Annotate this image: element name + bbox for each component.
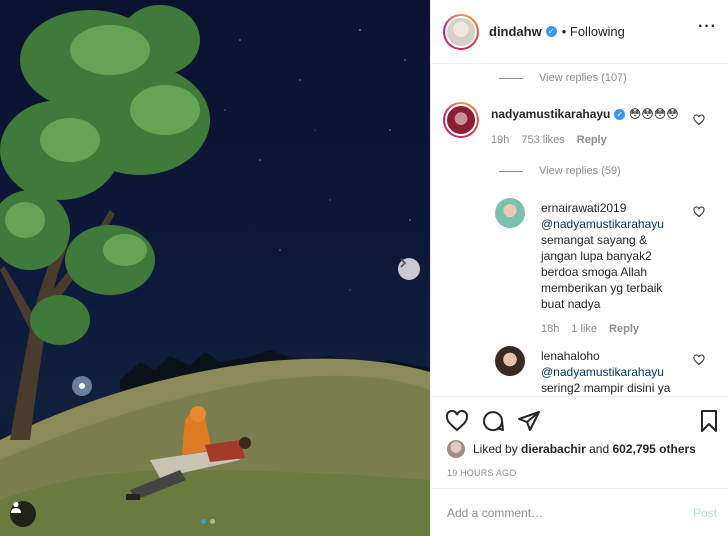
like-heart-icon[interactable] [445,409,469,433]
liked-by-and: and [589,442,610,456]
reply-button[interactable]: Reply [577,134,607,146]
save-bookmark-icon[interactable] [697,409,721,433]
reply-mention[interactable]: @nadyamustikarahayu [541,364,681,380]
comment-time: 19h [491,134,510,146]
reply-text: sering2 mampir disini ya [541,381,671,395]
carousel-next-button[interactable] [398,258,420,280]
view-replies-button[interactable]: View replies (59) [499,165,621,177]
reply-time: 18h [541,323,560,335]
post-comment-button[interactable]: Post [693,506,717,520]
carousel-indicator [201,519,215,524]
reply-mention[interactable]: @nadyamustikarahayu [541,216,681,232]
liked-by-user[interactable]: dierabachir [521,442,586,456]
post-photo[interactable] [0,0,430,536]
view-replies-button[interactable]: View replies (107) [499,72,627,84]
tagged-users-button[interactable] [10,501,36,527]
post-details-panel: dindahw ✓ • Following ··· View replies (… [430,0,728,536]
reply-like-heart-icon[interactable] [693,206,705,218]
commenter-avatar[interactable] [443,102,479,138]
comment-like-heart-icon[interactable] [693,114,705,126]
reply-like-heart-icon[interactable] [693,354,705,366]
author-avatar[interactable] [443,13,479,50]
post-actions: Liked by dierabachir and 602,795 others … [431,396,728,488]
carousel-dot [210,519,215,524]
post-timestamp[interactable]: 19 HOURS AGO [447,468,516,478]
follow-status[interactable]: • Following [562,24,625,39]
reply-username[interactable]: ernairawati2019 [541,200,681,216]
view-replies-label: View replies (59) [539,165,621,177]
view-replies-label: View replies (107) [539,72,627,84]
reply-text: semangat sayang & jangan lupa banyak2 be… [541,233,663,311]
reply-avatar[interactable] [495,346,525,376]
comment-bubble-icon[interactable] [481,409,505,433]
comment-input[interactable] [447,505,693,520]
liker-avatar[interactable] [447,440,465,458]
comment-meta: 19h 753 likes Reply [491,134,607,146]
liked-by-count[interactable]: 602,795 others [612,442,695,456]
chevron-right-icon [400,258,407,268]
liked-by-prefix: Liked by [473,442,518,456]
more-options-icon[interactable]: ··· [698,19,717,35]
reply-button[interactable]: Reply [609,323,639,335]
verified-badge-icon: ✓ [545,26,557,37]
carousel-dot-active [201,519,206,524]
night-landscape-image [0,5,430,536]
comment-body: nadyamustikarahayu ✓ 😳😳😳😳 [491,106,691,122]
comment-username[interactable]: nadyamustikarahayu [491,107,610,121]
liked-by-summary[interactable]: Liked by dierabachir and 602,795 others [447,440,696,458]
reply-username[interactable]: lenahaloho [541,348,681,364]
share-paper-plane-icon[interactable] [517,409,541,433]
reply-body: lenahaloho @nadyamustikarahayu sering2 m… [541,348,681,396]
comment-likes[interactable]: 753 likes [521,134,564,146]
user-icon [11,501,21,513]
comment-text: 😳😳😳😳 [628,107,679,121]
post-header: dindahw ✓ • Following ··· [431,0,728,64]
reply-avatar[interactable] [495,198,525,228]
reply-likes[interactable]: 1 like [571,323,597,335]
comments-list: View replies (107) nadyamustikarahayu ✓ 😳… [431,64,728,396]
add-comment-bar: Post [431,488,728,536]
reply-body: ernairawati2019 @nadyamustikarahayu sema… [541,200,681,312]
follow-status-label: Following [569,24,625,39]
reply-meta: 18h 1 like Reply [541,323,639,335]
author-username[interactable]: dindahw [489,24,542,39]
verified-badge-icon: ✓ [614,109,626,120]
